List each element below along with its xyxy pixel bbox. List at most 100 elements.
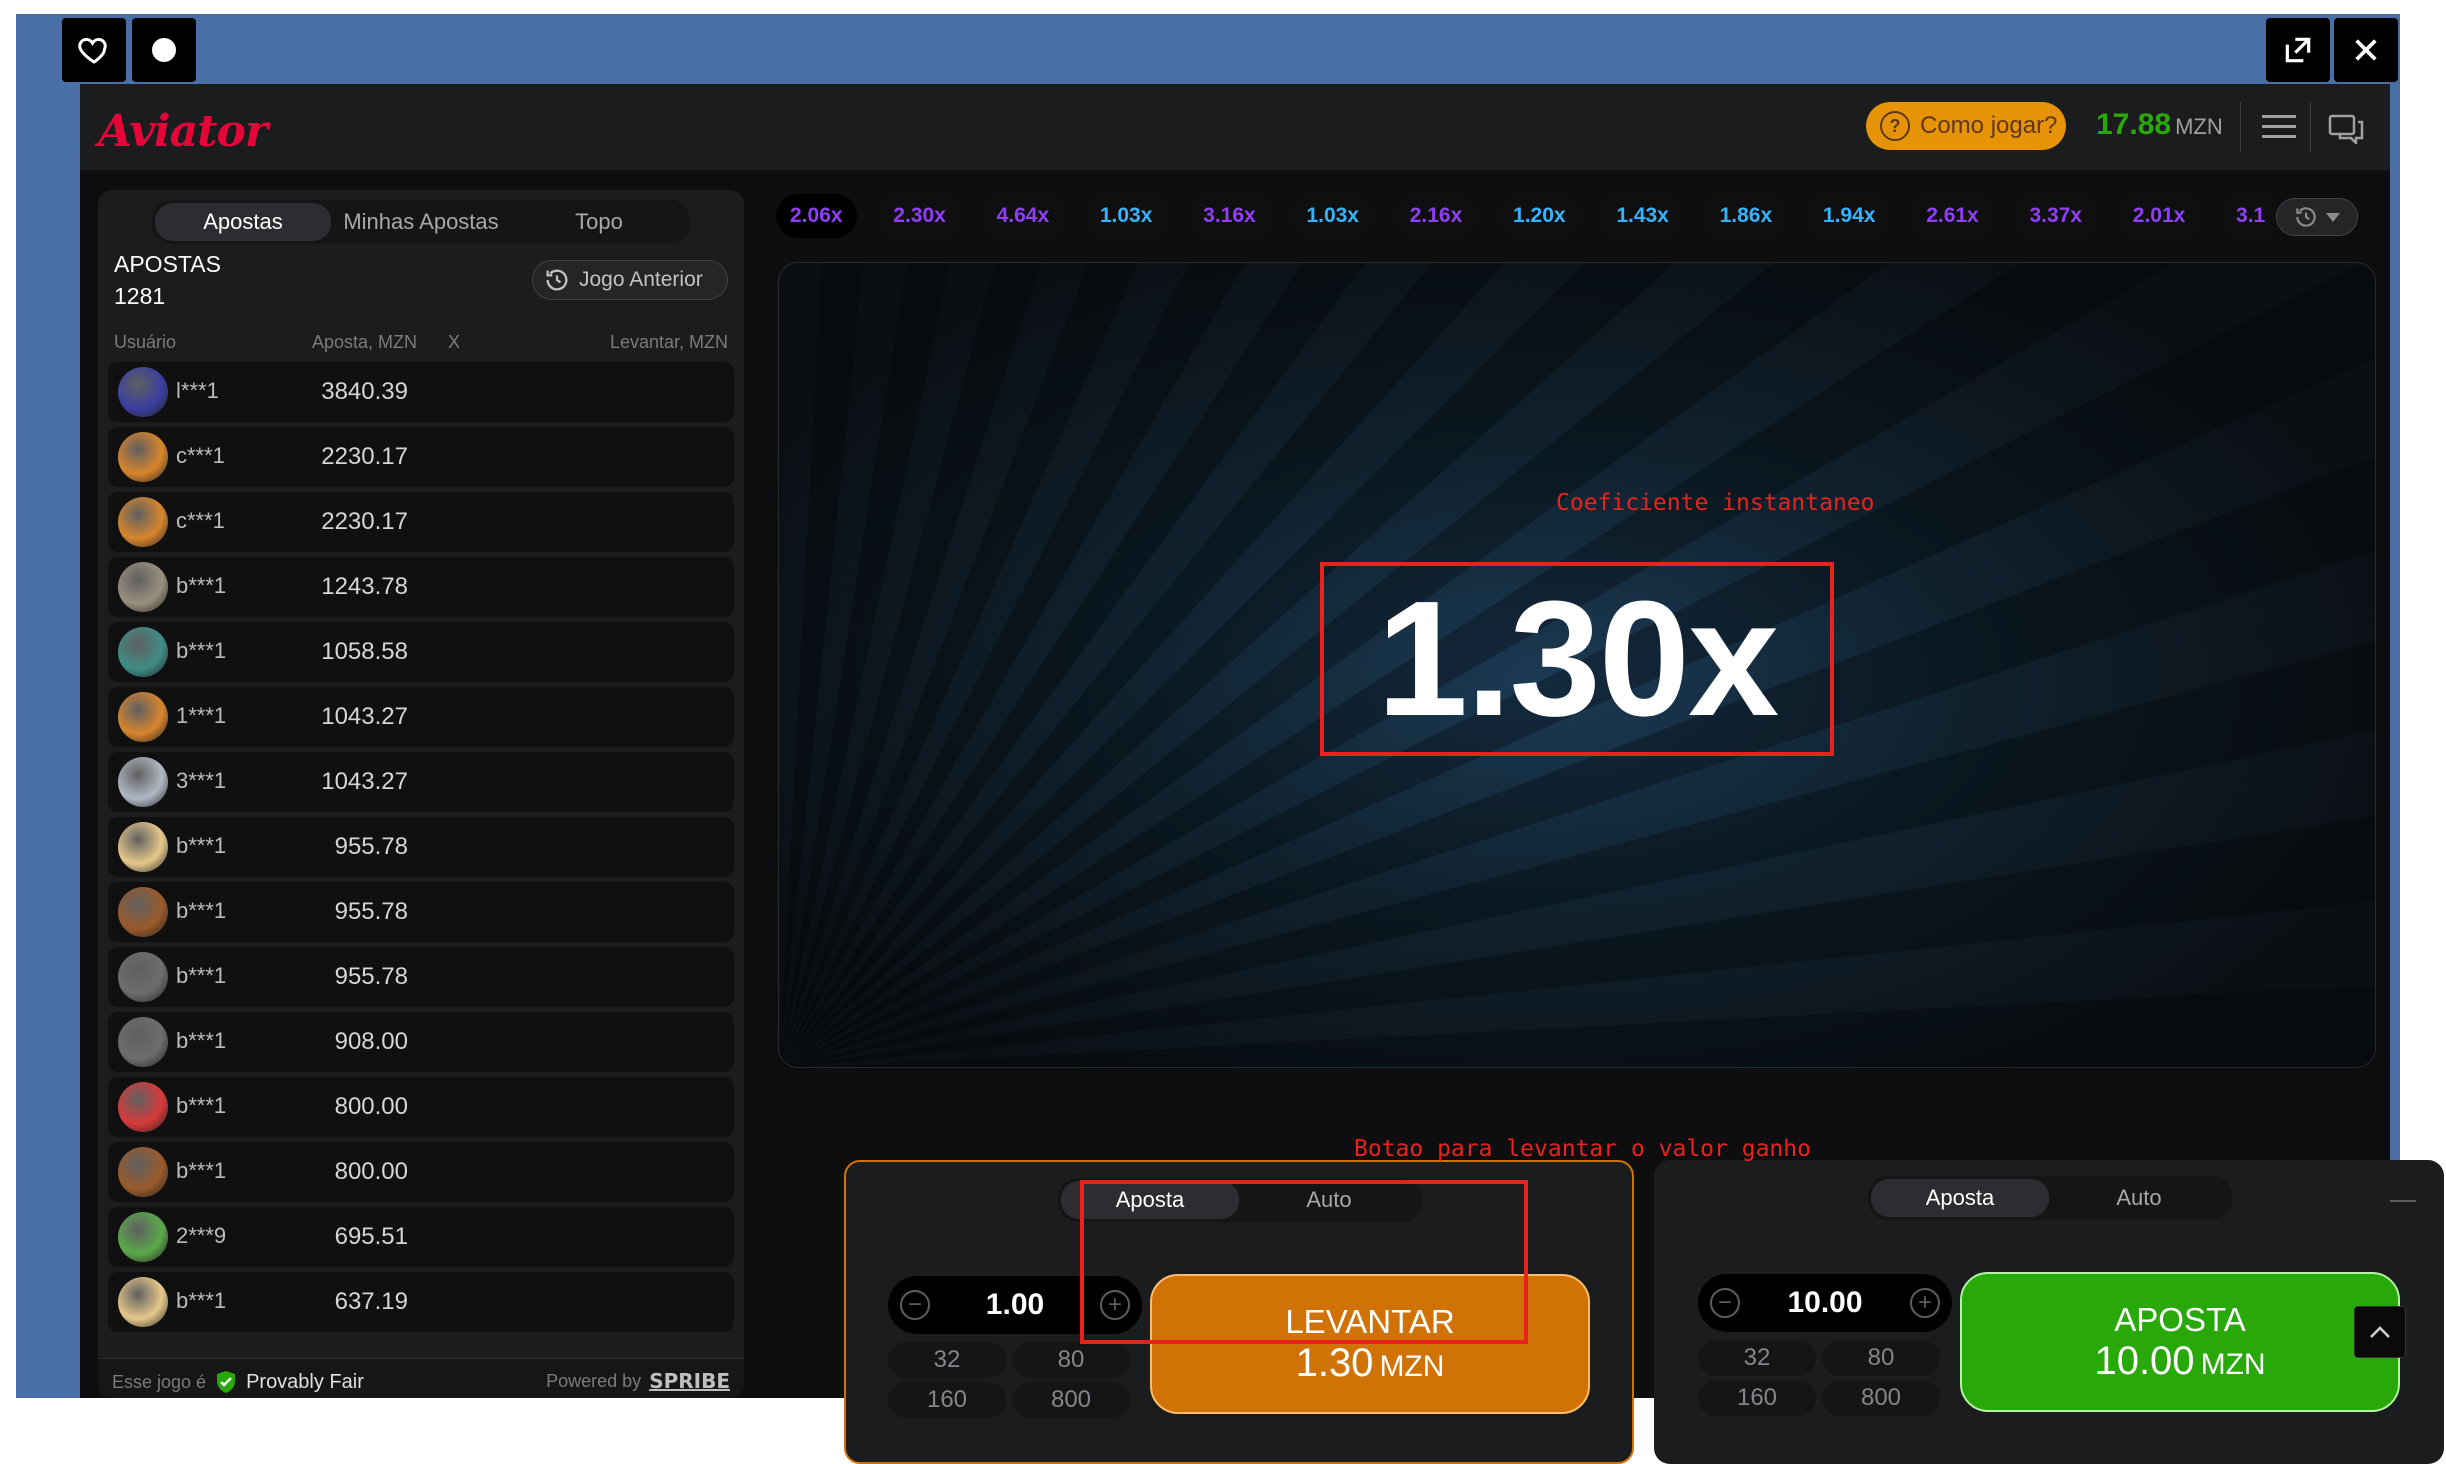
provably-fair-note[interactable]: Esse jogo é Provably Fair bbox=[112, 1369, 364, 1395]
scroll-up-button[interactable] bbox=[2354, 1306, 2406, 1358]
history-multiplier[interactable]: 1.94x bbox=[1808, 194, 1890, 238]
bet-user: c***1 bbox=[176, 443, 225, 468]
provably-fair-label: Provably Fair bbox=[246, 1370, 364, 1393]
chevron-up-icon bbox=[2370, 1326, 2390, 1338]
bet-amount: 908.00 bbox=[334, 1028, 408, 1055]
favorite-button[interactable] bbox=[62, 18, 126, 82]
tab-auto[interactable]: Auto bbox=[2049, 1179, 2229, 1217]
history-multiplier[interactable]: 1.20x bbox=[1499, 194, 1580, 238]
bet-button-label: APOSTA bbox=[2114, 1300, 2246, 1338]
tab-bets[interactable]: Apostas bbox=[155, 203, 331, 241]
history-icon bbox=[546, 269, 568, 291]
history-multiplier[interactable]: 1.43x bbox=[1602, 194, 1683, 238]
quick-amount-button[interactable]: 160 bbox=[888, 1382, 1006, 1418]
aviator-logo: Aviator bbox=[98, 106, 268, 157]
history-multiplier[interactable]: 3.16x bbox=[1189, 194, 1270, 238]
bet-user: 2***9 bbox=[176, 1223, 227, 1248]
bets-list: l***1 3840.39 c***1 2230.17 c***1 2230.17 b***… bbox=[108, 362, 734, 1337]
menu-icon[interactable] bbox=[2262, 114, 2296, 145]
decrease-icon[interactable]: − bbox=[1710, 1288, 1740, 1318]
history-multiplier[interactable]: 2.01x bbox=[2118, 194, 2200, 238]
balance-display: 17.88 MZN bbox=[2096, 108, 2223, 142]
history-dropdown-button[interactable] bbox=[2276, 198, 2358, 236]
avatar bbox=[118, 1017, 168, 1067]
quick-amount-button[interactable]: 800 bbox=[1012, 1382, 1130, 1418]
bet-panel-2-tabs: Aposta Auto bbox=[1868, 1176, 2232, 1220]
shield-check-icon bbox=[217, 1371, 236, 1393]
multiplier-annotation: Coeficiente instantaneo bbox=[1556, 490, 1875, 516]
quick-amount-button[interactable]: 80 bbox=[1822, 1340, 1940, 1376]
bet-row: b***1 955.78 bbox=[108, 947, 734, 1007]
expand-button[interactable] bbox=[2266, 18, 2330, 82]
bet-panel-2: Aposta Auto − 10.00 + 32 80 160 800 APOS… bbox=[1654, 1160, 2444, 1464]
balance-value: 17.88 bbox=[2096, 108, 2172, 141]
avatar bbox=[118, 497, 168, 547]
current-multiplier: 1.30x bbox=[1376, 567, 1779, 750]
cashout-amount-line: 1.30 MZN bbox=[1296, 1341, 1445, 1386]
bets-count-block: APOSTAS 1281 bbox=[114, 248, 221, 312]
powered-by: Powered by SPRIBE bbox=[546, 1369, 730, 1393]
bet-user: b***1 bbox=[176, 898, 227, 923]
tab-top[interactable]: Topo bbox=[511, 203, 687, 241]
bet-amount-stepper[interactable]: − 10.00 + bbox=[1698, 1274, 1952, 1332]
powered-by-label: Powered by bbox=[546, 1370, 642, 1391]
panel-footer: Esse jogo é Provably Fair Powered by SPR… bbox=[98, 1358, 744, 1398]
history-multiplier[interactable]: 1.03x bbox=[1085, 194, 1167, 238]
bet-button-amount: 10.00 bbox=[2094, 1338, 2195, 1383]
how-to-play-button[interactable]: ? Como jogar? bbox=[1866, 102, 2066, 150]
quick-amount-button[interactable]: 32 bbox=[888, 1342, 1006, 1378]
game-header: Aviator ? Como jogar? 17.88 MZN bbox=[80, 84, 2390, 170]
remove-panel-icon[interactable] bbox=[2390, 1200, 2416, 1202]
multiplier-history: 2.06x 2.30x 4.64x 1.03x 3.16x 1.03x 2.16x 1.20x… bbox=[774, 194, 2364, 238]
avatar bbox=[118, 1277, 168, 1327]
history-multiplier[interactable]: 3.37x bbox=[2015, 194, 2097, 238]
history-multiplier[interactable]: 1.86x bbox=[1705, 194, 1787, 238]
bet-user: b***1 bbox=[176, 1028, 227, 1053]
history-multiplier[interactable]: 4.64x bbox=[982, 194, 1064, 238]
bet-amount: 3840.39 bbox=[321, 378, 408, 405]
bet-amount: 1043.27 bbox=[321, 768, 408, 795]
decrease-icon[interactable]: − bbox=[900, 1290, 930, 1320]
chat-icon[interactable] bbox=[2328, 114, 2364, 149]
bet-row: b***1 908.00 bbox=[108, 1012, 734, 1072]
bets-label: APOSTAS bbox=[114, 251, 221, 277]
header-divider bbox=[2310, 102, 2311, 152]
quick-amount-button[interactable]: 32 bbox=[1698, 1340, 1816, 1376]
cashout-currency: MZN bbox=[1379, 1349, 1445, 1383]
heart-icon bbox=[78, 37, 107, 64]
history-icon bbox=[2296, 207, 2316, 227]
bet-amount: 1043.27 bbox=[321, 703, 408, 730]
bet-user: b***1 bbox=[176, 963, 227, 988]
tab-my-bets[interactable]: Minhas Apostas bbox=[331, 203, 511, 241]
place-bet-button[interactable]: APOSTA 10.00 MZN bbox=[1960, 1272, 2400, 1412]
history-multiplier[interactable]: 1.03x bbox=[1292, 194, 1373, 238]
quick-amount-button[interactable]: 80 bbox=[1012, 1342, 1130, 1378]
previous-game-button[interactable]: Jogo Anterior bbox=[532, 260, 728, 300]
bet-amount: 800.00 bbox=[334, 1093, 408, 1120]
history-multiplier[interactable]: 3.1 bbox=[2222, 194, 2280, 238]
cashout-highlight-box bbox=[1080, 1180, 1528, 1344]
chevron-down-icon bbox=[2326, 213, 2340, 222]
cashout-annotation: Botao para levantar o valor ganho bbox=[1354, 1136, 1811, 1162]
theme-button[interactable] bbox=[132, 18, 196, 82]
tab-bet[interactable]: Aposta bbox=[1871, 1179, 2049, 1217]
header-divider bbox=[2240, 102, 2241, 152]
question-icon: ? bbox=[1880, 111, 1910, 141]
bet-row: b***1 955.78 bbox=[108, 817, 734, 877]
bet-amount-value[interactable]: 1.00 bbox=[928, 1288, 1102, 1322]
bets-tabs: Apostas Minhas Apostas Topo bbox=[152, 200, 690, 244]
history-multiplier[interactable]: 2.61x bbox=[1912, 194, 1993, 238]
bets-count: 1281 bbox=[114, 283, 166, 309]
bet-row: l***1 3840.39 bbox=[108, 362, 734, 422]
close-window-button[interactable] bbox=[2334, 18, 2398, 82]
increase-icon[interactable]: + bbox=[1910, 1288, 1940, 1318]
history-multiplier[interactable]: 2.06x bbox=[776, 194, 857, 238]
column-cashout: Levantar, MZN bbox=[609, 332, 728, 352]
bet-amount-value[interactable]: 10.00 bbox=[1738, 1286, 1912, 1320]
history-multiplier[interactable]: 2.16x bbox=[1395, 194, 1477, 238]
bet-row: c***1 2230.17 bbox=[108, 492, 734, 552]
avatar bbox=[118, 1147, 168, 1197]
spribe-logo: SPRIBE bbox=[649, 1369, 730, 1393]
bet-amount: 955.78 bbox=[334, 898, 408, 925]
history-multiplier[interactable]: 2.30x bbox=[879, 194, 960, 238]
